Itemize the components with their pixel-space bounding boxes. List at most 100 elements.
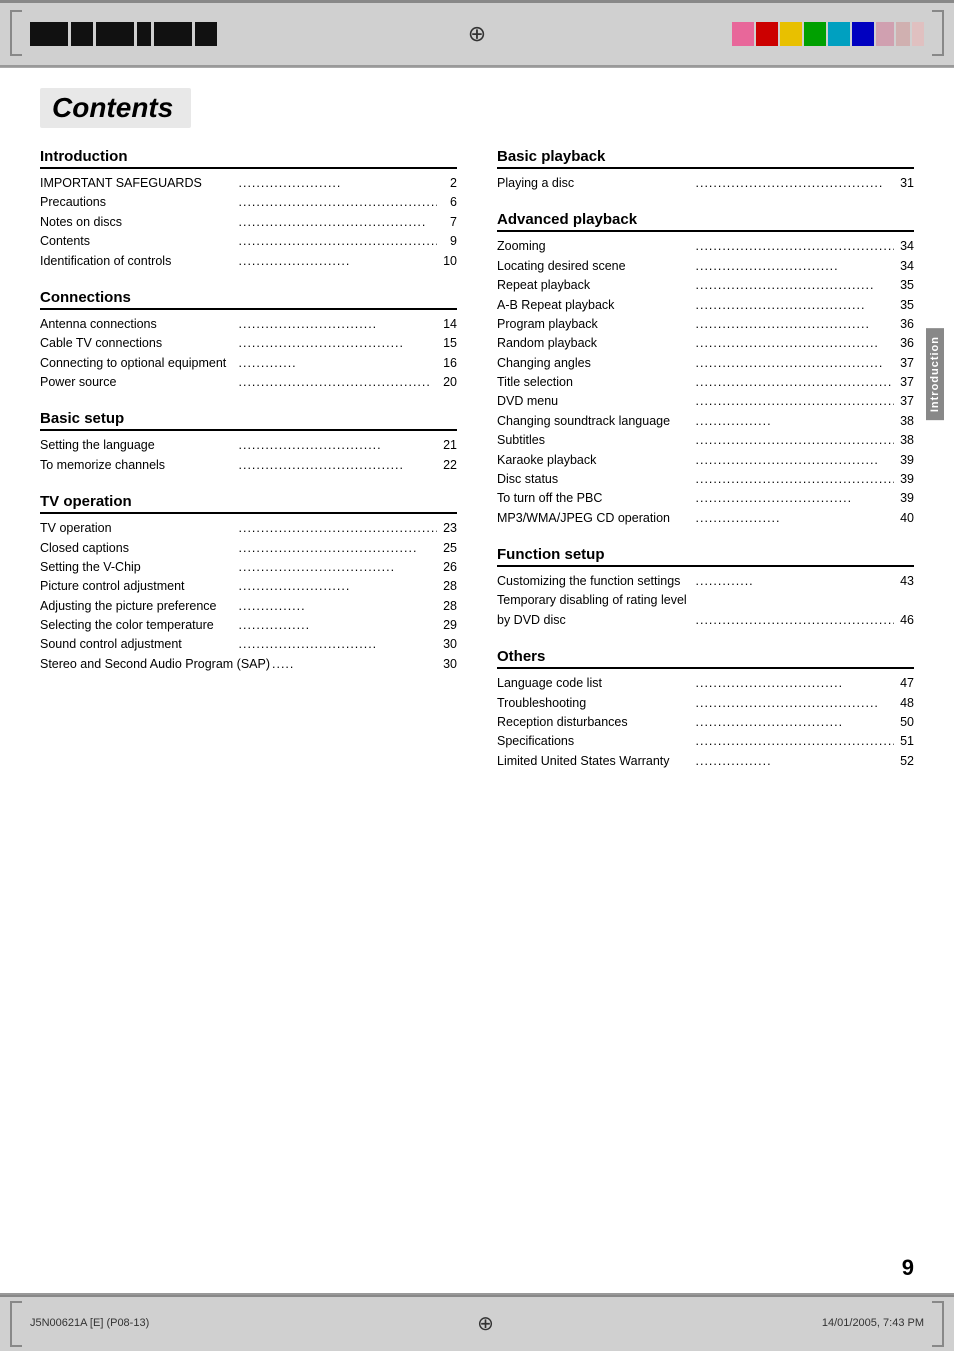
toc-dots: ........................................… xyxy=(237,213,438,232)
toc-label: Subtitles xyxy=(497,431,694,450)
toc-label: Troubleshooting xyxy=(497,694,694,713)
toc-label: Reception disturbances xyxy=(497,713,694,732)
toc-label: Limited United States Warranty xyxy=(497,752,694,771)
toc-page: 40 xyxy=(894,509,914,528)
page-number-large: 9 xyxy=(902,1255,914,1281)
section-title-connections: Connections xyxy=(40,289,457,310)
toc-entry: Stereo and Second Audio Program (SAP) ..… xyxy=(40,655,457,674)
toc-entry: Locating desired scene .................… xyxy=(497,257,914,276)
toc-page: 51 xyxy=(894,732,914,751)
toc-entry: Precautions ............................… xyxy=(40,193,457,212)
toc-entry: Program playback .......................… xyxy=(497,315,914,334)
toc-entry: IMPORTANT SAFEGUARDS ...................… xyxy=(40,174,457,193)
toc-entry: Connecting to optional equipment .......… xyxy=(40,354,457,373)
toc-page: 34 xyxy=(894,257,914,276)
toc-page: 38 xyxy=(894,431,914,450)
toc-label: Cable TV connections xyxy=(40,334,237,353)
toc-label: Random playback xyxy=(497,334,694,353)
toc-dots: ................ xyxy=(237,616,438,635)
toc-dots: ........................................… xyxy=(694,431,895,450)
footer-right-text: 14/01/2005, 7:43 PM xyxy=(822,1317,924,1329)
toc-dots: ........................................… xyxy=(694,373,895,392)
toc-page: 37 xyxy=(894,392,914,411)
toc-dots: ........................................… xyxy=(237,519,438,538)
toc-dots: ........................................… xyxy=(694,694,895,713)
section-advanced-playback: Advanced playback Zooming ..............… xyxy=(497,211,914,528)
toc-entry: Setting the language ...................… xyxy=(40,436,457,455)
toc-entry: Limited United States Warranty .........… xyxy=(497,752,914,771)
toc-label: Program playback xyxy=(497,315,694,334)
toc-entry: Adjusting the picture preference .......… xyxy=(40,597,457,616)
toc-label: TV operation xyxy=(40,519,237,538)
toc-entry: Repeat playback ........................… xyxy=(497,276,914,295)
section-title-basic-playback: Basic playback xyxy=(497,148,914,169)
section-title-introduction: Introduction xyxy=(40,148,457,169)
toc-label: Closed captions xyxy=(40,539,237,558)
toc-page: 35 xyxy=(894,276,914,295)
toc-dots: ........................................… xyxy=(694,451,895,470)
toc-label: Repeat playback xyxy=(497,276,694,295)
toc-page: 9 xyxy=(437,232,457,251)
toc-page: 36 xyxy=(894,315,914,334)
toc-label: Playing a disc xyxy=(497,174,694,193)
toc-entry: MP3/WMA/JPEG CD operation ..............… xyxy=(497,509,914,528)
toc-entry: Identification of controls .............… xyxy=(40,252,457,271)
toc-page: 37 xyxy=(894,354,914,373)
footer-compass-symbol: ⊕ xyxy=(477,1311,494,1336)
toc-label: Power source xyxy=(40,373,237,392)
color-block-blue xyxy=(852,22,874,46)
toc-label: Setting the V-Chip xyxy=(40,558,237,577)
toc-entry: To memorize channels ...................… xyxy=(40,456,457,475)
toc-page: 35 xyxy=(894,296,914,315)
toc-page: 15 xyxy=(437,334,457,353)
toc-page: 20 xyxy=(437,373,457,392)
toc-label: Selecting the color temperature xyxy=(40,616,237,635)
toc-label: Stereo and Second Audio Program (SAP) xyxy=(40,655,270,674)
toc-entry: Specifications .........................… xyxy=(497,732,914,751)
toc-page: 43 xyxy=(894,572,914,591)
toc-entry: Title selection ........................… xyxy=(497,373,914,392)
toc-dots: ................................. xyxy=(694,674,895,693)
footer-left-text: J5N00621A [E] (P08-13) xyxy=(30,1317,149,1329)
toc-dots: ........................................… xyxy=(694,354,895,373)
toc-page: 30 xyxy=(437,655,457,674)
toc-page: 10 xyxy=(437,252,457,271)
toc-page: 28 xyxy=(437,577,457,596)
section-function-setup: Function setup Customizing the function … xyxy=(497,546,914,630)
header-line-bottom xyxy=(0,65,954,67)
toc-label: Karaoke playback xyxy=(497,451,694,470)
toc-entry: Language code list .....................… xyxy=(497,674,914,693)
color-block-red xyxy=(756,22,778,46)
header-bar: ⊕ xyxy=(0,0,954,68)
toc-label: DVD menu xyxy=(497,392,694,411)
two-column-layout: Introduction IMPORTANT SAFEGUARDS ......… xyxy=(40,148,914,789)
toc-dots: ........................................… xyxy=(694,470,895,489)
toc-label: Picture control adjustment xyxy=(40,577,237,596)
toc-entry: Reception disturbances .................… xyxy=(497,713,914,732)
toc-page: 7 xyxy=(437,213,457,232)
toc-label: IMPORTANT SAFEGUARDS xyxy=(40,174,237,193)
toc-dots: ........................................… xyxy=(237,373,438,392)
toc-page: 37 xyxy=(894,373,914,392)
toc-dots: ............................... xyxy=(237,635,438,654)
section-basic-playback: Basic playback Playing a disc ..........… xyxy=(497,148,914,193)
color-block-light2 xyxy=(896,22,910,46)
left-column: Introduction IMPORTANT SAFEGUARDS ......… xyxy=(40,148,457,789)
toc-entry: Antenna connections ....................… xyxy=(40,315,457,334)
footer-left-bracket xyxy=(10,1301,22,1347)
toc-label: Title selection xyxy=(497,373,694,392)
toc-entry: Changing angles ........................… xyxy=(497,354,914,373)
toc-dots: ...................................... xyxy=(694,296,895,315)
toc-page: 38 xyxy=(894,412,914,431)
toc-dots: ................................... xyxy=(694,489,895,508)
section-tv-operation: TV operation TV operation ..............… xyxy=(40,493,457,674)
toc-dots: ........................................… xyxy=(694,732,895,751)
toc-page: 50 xyxy=(894,713,914,732)
toc-dots: ........................................… xyxy=(237,193,438,212)
toc-page: 23 xyxy=(437,519,457,538)
toc-dots: ....................... xyxy=(237,174,438,193)
toc-entry: Notes on discs .........................… xyxy=(40,213,457,232)
page: ⊕ Contents Introduction xyxy=(0,0,954,1351)
toc-dots: ................. xyxy=(694,412,895,431)
toc-dots: ..................................... xyxy=(237,334,438,353)
